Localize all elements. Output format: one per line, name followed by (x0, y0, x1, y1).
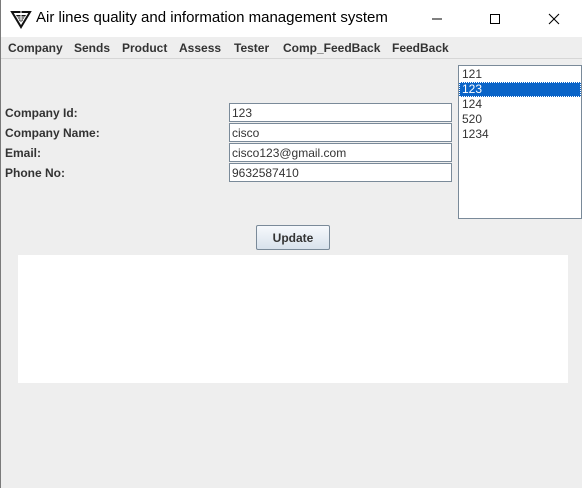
list-item[interactable]: 124 (459, 97, 581, 112)
maximize-button[interactable] (472, 0, 518, 37)
minimize-button[interactable] (414, 0, 460, 37)
list-item[interactable]: 1234 (459, 127, 581, 142)
email-label: Email: (5, 146, 42, 160)
winged-badge-icon (10, 10, 32, 29)
menu-divider (1, 58, 582, 59)
menu-bar: Company Sends Product Assess Tester Comp… (1, 37, 582, 58)
close-button[interactable] (531, 0, 577, 37)
company-id-list[interactable]: 121 123 124 520 1234 (458, 65, 582, 219)
menu-tester[interactable]: Tester (234, 41, 269, 55)
menu-assess[interactable]: Assess (179, 41, 221, 55)
minimize-icon (432, 18, 442, 19)
maximize-icon (490, 13, 500, 24)
phone-field[interactable]: 9632587410 (229, 163, 452, 182)
title-bar[interactable]: Air lines quality and information manage… (1, 0, 582, 37)
list-item-selected[interactable]: 123 (459, 82, 581, 97)
app-window: Air lines quality and information manage… (0, 0, 582, 488)
company-id-field[interactable]: 123 (229, 103, 452, 122)
window-title: Air lines quality and information manage… (36, 9, 388, 26)
menu-comp-feedback[interactable]: Comp_FeedBack (283, 41, 380, 55)
close-icon (548, 13, 560, 24)
menu-company[interactable]: Company (8, 41, 63, 55)
menu-product[interactable]: Product (122, 41, 167, 55)
update-button[interactable]: Update (256, 225, 330, 250)
list-item[interactable]: 121 (459, 67, 581, 82)
list-item[interactable]: 520 (459, 112, 581, 127)
menu-sends[interactable]: Sends (74, 41, 110, 55)
results-panel[interactable] (18, 255, 568, 383)
email-field[interactable]: cisco123@gmail.com (229, 143, 452, 162)
menu-feedback[interactable]: FeedBack (392, 41, 449, 55)
company-name-label: Company Name: (5, 126, 100, 140)
phone-label: Phone No: (5, 166, 65, 180)
company-id-label: Company Id: (5, 106, 78, 120)
company-name-field[interactable]: cisco (229, 123, 452, 142)
